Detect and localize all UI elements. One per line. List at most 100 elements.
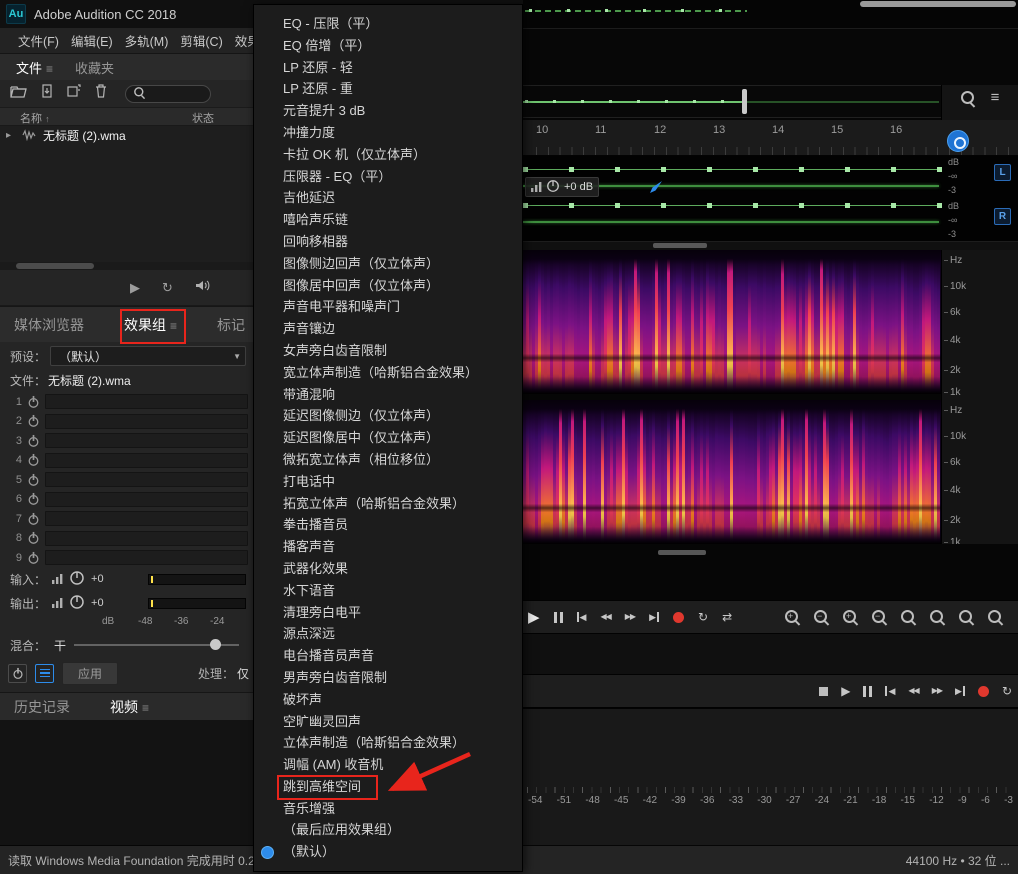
play-button[interactable]: ▶: [841, 685, 850, 697]
zoom-in-amplitude-icon[interactable]: +: [842, 609, 859, 626]
preset-menu-item[interactable]: 嘻哈声乐链: [254, 209, 522, 231]
power-icon[interactable]: [27, 414, 40, 428]
panel-menu-icon[interactable]: ≡: [142, 701, 149, 715]
preset-menu-item[interactable]: 延迟图像居中（仅立体声）: [254, 427, 522, 449]
tab-media-browser[interactable]: 媒体浏览器: [14, 315, 84, 335]
envelope-keyframe[interactable]: [581, 100, 584, 103]
preset-menu-item[interactable]: 源点深远: [254, 623, 522, 645]
preset-menu-item[interactable]: 元音提升 3 dB: [254, 100, 522, 122]
mix-slider[interactable]: [74, 644, 239, 646]
zoom-selection-right-icon[interactable]: [958, 609, 975, 626]
envelope-keyframe[interactable]: [529, 9, 532, 12]
scrollbar-thumb[interactable]: [653, 243, 707, 248]
preset-menu-item[interactable]: 带通混响: [254, 384, 522, 406]
record-button[interactable]: [673, 612, 684, 623]
menubar-item[interactable]: 剪辑(C): [180, 31, 222, 50]
envelope-keyframe[interactable]: [523, 167, 528, 172]
preset-menu-item[interactable]: 延迟图像侧边（仅立体声）: [254, 405, 522, 427]
power-icon[interactable]: [27, 395, 40, 409]
go-to-start-button[interactable]: ◀: [577, 612, 587, 622]
preset-menu-item[interactable]: EQ 倍增（平）: [254, 35, 522, 57]
loop-button[interactable]: ↻: [698, 611, 708, 623]
zoom-full-icon[interactable]: [987, 609, 1004, 626]
preset-dropdown[interactable]: （默认） ▼: [50, 346, 246, 366]
preset-menu-item[interactable]: 清理旁白电平: [254, 602, 522, 624]
envelope-keyframe[interactable]: [681, 9, 684, 12]
tab-history[interactable]: 历史记录: [14, 697, 70, 717]
loop-playback-icon[interactable]: ↻: [162, 281, 173, 294]
fast-forward-button[interactable]: ▶▶: [625, 613, 635, 621]
track-hscrollbar[interactable]: [523, 242, 1018, 250]
menubar-item[interactable]: 多轨(M): [125, 31, 169, 50]
zoom-in-time-icon[interactable]: +: [784, 609, 801, 626]
slot-insert-area[interactable]: [45, 511, 248, 526]
import-file-icon[interactable]: [40, 84, 54, 103]
autoscroll-button[interactable]: [947, 130, 969, 152]
output-gain-value[interactable]: +0: [91, 597, 104, 609]
file-row[interactable]: ▸ 无标题 (2).wma: [0, 126, 253, 145]
power-icon[interactable]: [27, 512, 40, 526]
envelope-keyframe[interactable]: [845, 203, 850, 208]
preset-menu-item[interactable]: 回响移相器: [254, 231, 522, 253]
preset-menu-item[interactable]: 空旷幽灵回声: [254, 711, 522, 733]
preset-menu-item[interactable]: 声音镶边: [254, 318, 522, 340]
preview-play-icon[interactable]: ▶: [130, 281, 140, 294]
power-icon[interactable]: [27, 434, 40, 448]
envelope-keyframe[interactable]: [615, 203, 620, 208]
slot-insert-area[interactable]: [45, 550, 248, 565]
envelope-keyframe[interactable]: [707, 167, 712, 172]
panel-menu-icon[interactable]: ≡: [46, 62, 53, 76]
power-icon[interactable]: [27, 473, 40, 487]
envelope-keyframe[interactable]: [661, 203, 666, 208]
menubar-item[interactable]: 编辑(E): [71, 31, 113, 50]
preset-menu-item[interactable]: 音乐增强: [254, 798, 522, 820]
spectrogram-left-channel[interactable]: [523, 250, 941, 394]
power-icon[interactable]: [27, 492, 40, 506]
envelope-keyframe[interactable]: [605, 9, 608, 12]
search-input[interactable]: [125, 85, 211, 103]
envelope-keyframe[interactable]: [721, 100, 724, 103]
preset-menu-item[interactable]: 图像侧边回声（仅立体声）: [254, 253, 522, 275]
envelope-keyframe[interactable]: [569, 167, 574, 172]
envelope-keyframe[interactable]: [637, 100, 640, 103]
channel-badge[interactable]: L: [994, 164, 1011, 181]
speaker-icon[interactable]: [195, 279, 211, 297]
envelope-keyframe[interactable]: [707, 203, 712, 208]
preset-menu-item[interactable]: 播客声音: [254, 536, 522, 558]
input-gain-value[interactable]: +0: [91, 573, 104, 585]
envelope-keyframe[interactable]: [665, 100, 668, 103]
envelope-keyframe[interactable]: [553, 100, 556, 103]
pause-button[interactable]: [863, 686, 872, 697]
preset-menu-item[interactable]: LP 还原 - 重: [254, 78, 522, 100]
preset-menu-item[interactable]: 图像居中回声（仅立体声）: [254, 275, 522, 297]
output-knob-icon[interactable]: [69, 594, 85, 613]
slot-insert-area[interactable]: [45, 492, 248, 507]
tab-markers[interactable]: 标记: [217, 315, 245, 335]
power-icon[interactable]: [27, 551, 40, 565]
slot-insert-area[interactable]: [45, 472, 248, 487]
envelope-keyframe[interactable]: [845, 167, 850, 172]
hud-gain-value[interactable]: +0 dB: [564, 181, 593, 193]
go-to-start-button[interactable]: ◀: [885, 686, 895, 696]
preset-menu-item[interactable]: 拳击播音员: [254, 514, 522, 536]
preset-menu-item[interactable]: 宽立体声制造（哈斯铝合金效果）: [254, 362, 522, 384]
column-name[interactable]: 名称 ↑: [20, 110, 50, 126]
column-status[interactable]: 状态: [192, 110, 214, 126]
zoom-selection-left-icon[interactable]: [929, 609, 946, 626]
top-hscrollbar[interactable]: [860, 1, 1016, 7]
envelope-keyframe[interactable]: [609, 100, 612, 103]
preset-menu-item[interactable]: 电台播音员声音: [254, 645, 522, 667]
files-hscrollbar[interactable]: [0, 262, 253, 270]
process-value[interactable]: 仅: [237, 665, 249, 682]
open-folder-icon[interactable]: [10, 84, 27, 103]
play-button[interactable]: ▶: [528, 610, 540, 625]
preset-menu-item[interactable]: LP 还原 - 轻: [254, 57, 522, 79]
gain-knob-icon[interactable]: [546, 179, 560, 196]
hamburger-menu-icon[interactable]: ≡: [991, 90, 1000, 107]
timeline-ruler[interactable]: 10111213141516: [523, 120, 1018, 156]
preset-menu-item[interactable]: 男声旁白齿音限制: [254, 667, 522, 689]
slot-insert-area[interactable]: [45, 531, 248, 546]
tab-files[interactable]: 文件≡: [16, 58, 53, 77]
preset-menu-item[interactable]: 微拓宽立体声（相位移位）: [254, 449, 522, 471]
scrollbar-thumb[interactable]: [658, 550, 706, 555]
